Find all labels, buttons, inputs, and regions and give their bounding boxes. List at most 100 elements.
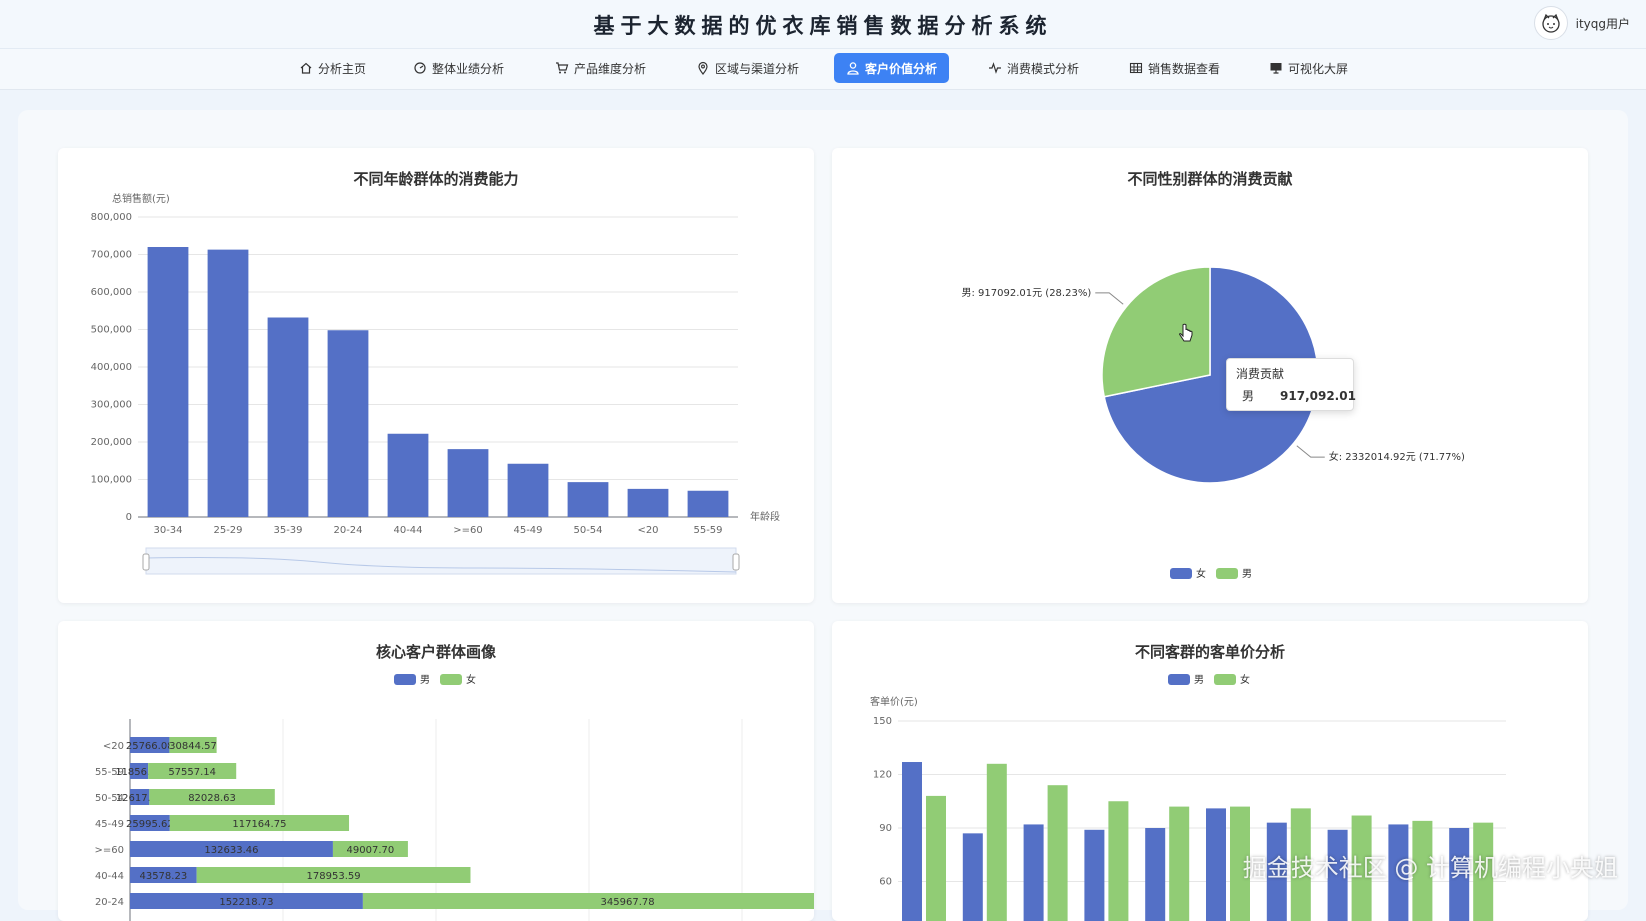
y-tick-label: 400,000 <box>91 362 132 373</box>
bar <box>447 449 489 517</box>
x-tick-label: 30-34 <box>153 525 182 536</box>
bar <box>267 317 309 517</box>
main-nav: 分析主页 整体业绩分析 产品维度分析 区域与渠道分析 客户价值分析 消费模式分析… <box>0 49 1646 90</box>
mouse-cursor-icon <box>1179 323 1193 342</box>
y-tick-label: 150 <box>873 716 892 727</box>
bar-value-label: 117164.75 <box>232 819 286 830</box>
legend-label: 女 <box>466 673 476 686</box>
y-tick-label: 600,000 <box>91 287 132 298</box>
nav-item-product[interactable]: 产品维度分析 <box>543 53 658 83</box>
y-tick-label: 45-49 <box>95 819 124 830</box>
nav-item-label: 客户价值分析 <box>865 61 938 76</box>
bar <box>627 488 669 517</box>
gender-contribution-chart[interactable]: 女: 2332014.92元 (71.77%) 男: 917092.01元 (28… <box>832 148 1588 603</box>
bar <box>207 249 249 517</box>
nav-item-region[interactable]: 区域与渠道分析 <box>684 53 811 83</box>
bar-value-label: 57557.14 <box>168 767 216 778</box>
avatar[interactable] <box>1533 6 1568 40</box>
pie-slice-label: 女: 2332014.92元 (71.77%) <box>1329 450 1465 463</box>
watermark: 掘金技术社区 @ 计算机编程小央姐 <box>1242 854 1618 882</box>
bar <box>1023 824 1044 921</box>
y-tick-label: 60 <box>879 877 892 888</box>
bar <box>1084 829 1105 921</box>
user-name[interactable]: ityqg用户 <box>1576 15 1630 32</box>
core-customer-card: 核心客户群体画像 男女 20-24 152218.73 345967.78 40-44 4… <box>58 621 814 921</box>
nav-item-pattern[interactable]: 消费模式分析 <box>976 53 1091 83</box>
y-tick-label: 500,000 <box>91 325 132 336</box>
bar <box>387 433 429 517</box>
datazoom-handle-left <box>142 553 150 571</box>
bar <box>962 833 983 921</box>
nav-item-label: 整体业绩分析 <box>432 61 505 76</box>
avatar-face-icon <box>1541 13 1560 33</box>
legend-label: 男 <box>1242 568 1252 580</box>
tooltip-series-name: 男 <box>1242 389 1255 403</box>
y-tick-label: 120 <box>873 770 892 781</box>
y-tick-label: 40-44 <box>95 871 124 882</box>
legend-label: 男 <box>420 674 430 686</box>
gauge-icon <box>414 62 426 74</box>
y-axis-title: 总销售额(元) <box>112 192 170 205</box>
bar-value-label: 25766.08 <box>126 741 174 752</box>
monitor-icon <box>1270 63 1282 74</box>
pulse-icon <box>989 62 1001 74</box>
legend-swatch <box>1170 568 1192 579</box>
age-consumption-card: 不同年龄群体的消费能力 总销售额(元) 800,000 700,000 600,000… <box>58 148 814 603</box>
bar-value-label: 178953.59 <box>307 871 361 882</box>
tooltip-value: 917,092.01 <box>1280 388 1356 403</box>
x-tick-label: 45-49 <box>513 525 542 536</box>
y-tick-label: 200,000 <box>91 437 132 448</box>
x-tick-label: 25-29 <box>213 525 242 536</box>
nav-item-home[interactable]: 分析主页 <box>287 53 378 83</box>
bar <box>926 795 946 921</box>
nav-item-label: 销售数据查看 <box>1148 61 1221 76</box>
bar-value-label: 25995.62 <box>126 819 174 830</box>
legend-label: 女 <box>1240 673 1250 686</box>
nav-item-label: 产品维度分析 <box>574 61 647 76</box>
bar-value-label: 152218.73 <box>219 897 273 908</box>
tooltip-title: 消费贡献 <box>1236 367 1285 381</box>
pie-label-line <box>1296 445 1325 458</box>
bar <box>902 762 922 921</box>
x-tick-label: 50-54 <box>573 525 602 536</box>
nav-item-label: 分析主页 <box>318 61 367 76</box>
bar <box>1047 785 1068 921</box>
bar <box>687 490 729 517</box>
x-tick-label: <20 <box>637 525 658 536</box>
pie-slice-label: 男: 917092.01元 (28.23%) <box>961 287 1091 299</box>
legend-label: 男 <box>1194 674 1204 686</box>
y-axis-title: 客单价(元) <box>870 695 918 708</box>
bar <box>327 330 369 517</box>
bar <box>986 763 1007 921</box>
bar <box>1206 808 1226 921</box>
y-tick-label: 0 <box>126 512 132 523</box>
x-tick-label: 40-44 <box>393 525 422 536</box>
user-icon <box>847 62 859 75</box>
nav-item-screen[interactable]: 可视化大屏 <box>1257 53 1360 83</box>
legend-swatch <box>394 674 416 685</box>
age-consumption-chart[interactable]: 总销售额(元) 800,000 700,000 600,000 500,000 400,0… <box>58 148 814 603</box>
pie-label-line <box>1095 292 1124 305</box>
app-title: 基于大数据的优衣库销售数据分析系统 <box>593 13 1053 38</box>
user-menu[interactable]: ityqg用户 <box>1533 6 1630 40</box>
core-customer-chart[interactable]: 男 女 20-24 152218.73 345967.78 40-44 43578.23 17… <box>58 621 814 921</box>
cart-icon <box>556 62 569 74</box>
bar-value-label: 30844.57 <box>169 741 217 752</box>
bar <box>507 463 549 517</box>
x-tick-label: 35-39 <box>273 525 302 536</box>
table-icon <box>1129 62 1143 74</box>
nav-item-customer[interactable]: 客户价值分析 <box>834 53 950 83</box>
bar-value-label: 49007.70 <box>347 845 395 856</box>
y-tick-label: >=60 <box>95 845 124 856</box>
nav-item-overall[interactable]: 整体业绩分析 <box>401 53 516 83</box>
y-tick-label: 700,000 <box>91 250 132 261</box>
home-icon <box>300 62 312 74</box>
bar-value-label: 345967.78 <box>601 897 655 908</box>
location-pin-icon <box>698 61 708 75</box>
bar <box>147 247 189 517</box>
legend-swatch <box>1216 568 1238 579</box>
nav-item-data[interactable]: 销售数据查看 <box>1117 53 1232 83</box>
bar <box>1108 801 1129 921</box>
x-tick-label: 20-24 <box>333 525 362 536</box>
legend-swatch <box>440 674 462 685</box>
